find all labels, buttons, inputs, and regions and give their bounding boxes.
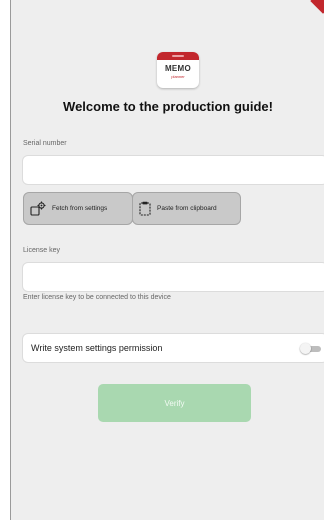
verify-button-label: Verify	[164, 398, 185, 408]
paste-button-label: Paste from clipboard	[157, 205, 217, 212]
corner-accent	[310, 0, 324, 14]
license-key-helper: Enter license key to be connected to thi…	[23, 294, 171, 301]
fetch-button-label: Fetch from settings	[52, 205, 108, 212]
permission-toggle[interactable]	[299, 343, 321, 354]
serial-number-label: Serial number	[23, 140, 67, 147]
permission-label: Write system settings permission	[31, 343, 163, 353]
memo-planner-logo: MEMO planner	[157, 52, 199, 88]
logo-subtitle: planner	[171, 74, 185, 79]
toggle-knob	[300, 343, 311, 354]
write-settings-permission-row[interactable]: Write system settings permission	[22, 333, 324, 363]
paste-from-clipboard-button[interactable]: Paste from clipboard	[132, 192, 241, 225]
license-key-label: License key	[23, 247, 60, 254]
page-title: Welcome to the production guide!	[63, 99, 273, 114]
verify-button[interactable]: Verify	[98, 384, 251, 422]
logo-bar	[157, 52, 199, 60]
app-screen: MEMO planner Welcome to the production g…	[10, 0, 324, 520]
serial-number-input[interactable]	[22, 155, 324, 185]
fetch-from-settings-button[interactable]: Fetch from settings	[23, 192, 133, 225]
clipboard-icon	[139, 201, 151, 216]
license-key-input[interactable]	[22, 262, 324, 292]
settings-gear-icon	[30, 201, 46, 216]
logo-title: MEMO	[164, 64, 192, 73]
